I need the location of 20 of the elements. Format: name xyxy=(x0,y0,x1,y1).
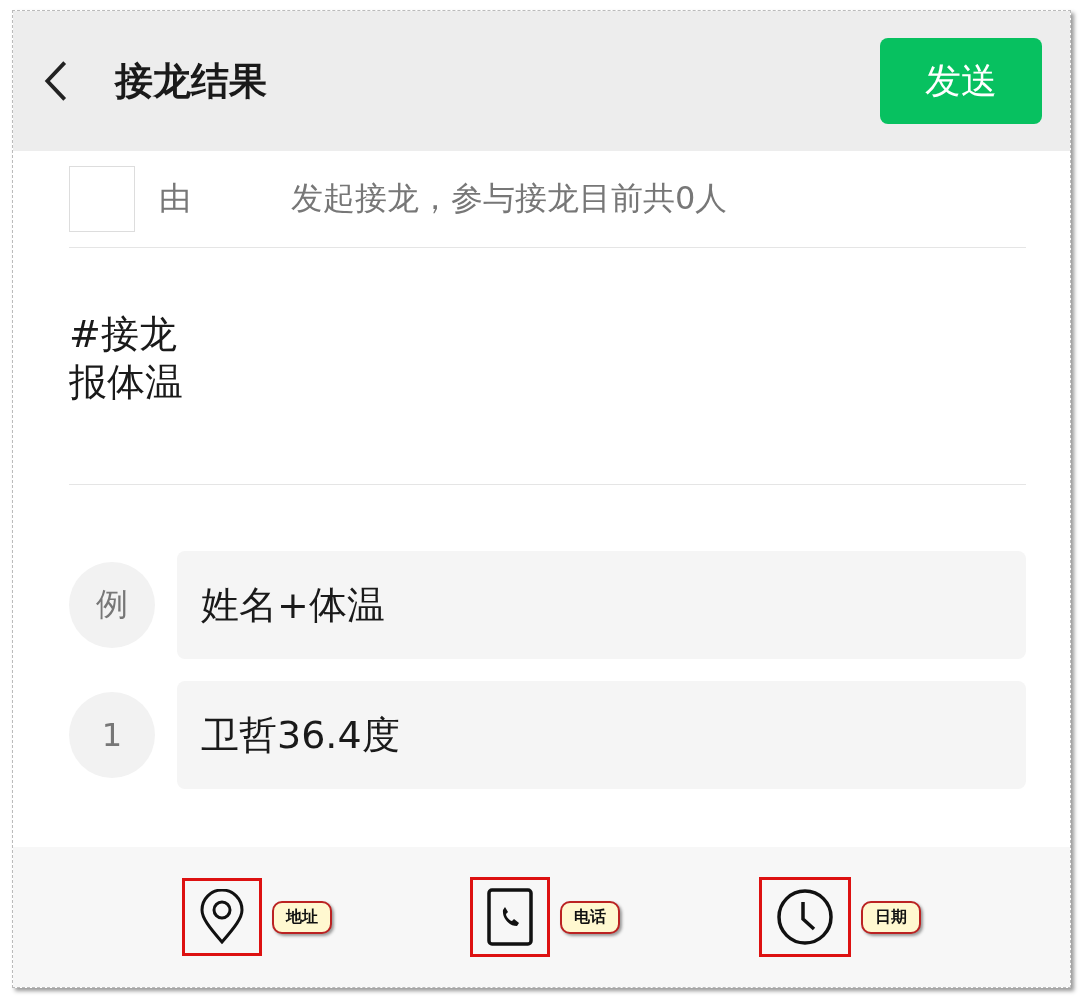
clock-button[interactable] xyxy=(758,877,851,957)
back-icon[interactable] xyxy=(43,59,69,103)
location-button[interactable] xyxy=(182,878,263,956)
entry-number: 例 xyxy=(69,562,155,648)
initiator-label: 由 xyxy=(159,178,191,219)
entry-field[interactable]: 姓名+体温 xyxy=(177,551,1026,659)
topic-text: #接龙 xyxy=(69,311,177,358)
entry-number: 1 xyxy=(69,692,155,778)
participation-summary: 发起接龙，参与接龙目前共0人 xyxy=(291,178,728,219)
callout-label: 日期 xyxy=(860,900,921,934)
clock-icon xyxy=(775,888,834,946)
phone-button[interactable] xyxy=(470,877,551,957)
avatar xyxy=(69,166,135,232)
callout-label: 地址 xyxy=(272,900,333,934)
topic-text: 报体温 xyxy=(69,359,183,406)
entry-field[interactable]: 卫哲36.4度 xyxy=(177,681,1026,789)
location-pin-icon xyxy=(199,889,246,945)
page-title: 接龙结果 xyxy=(115,57,268,105)
phone-icon xyxy=(487,888,534,946)
callout-label: 电话 xyxy=(560,900,621,934)
